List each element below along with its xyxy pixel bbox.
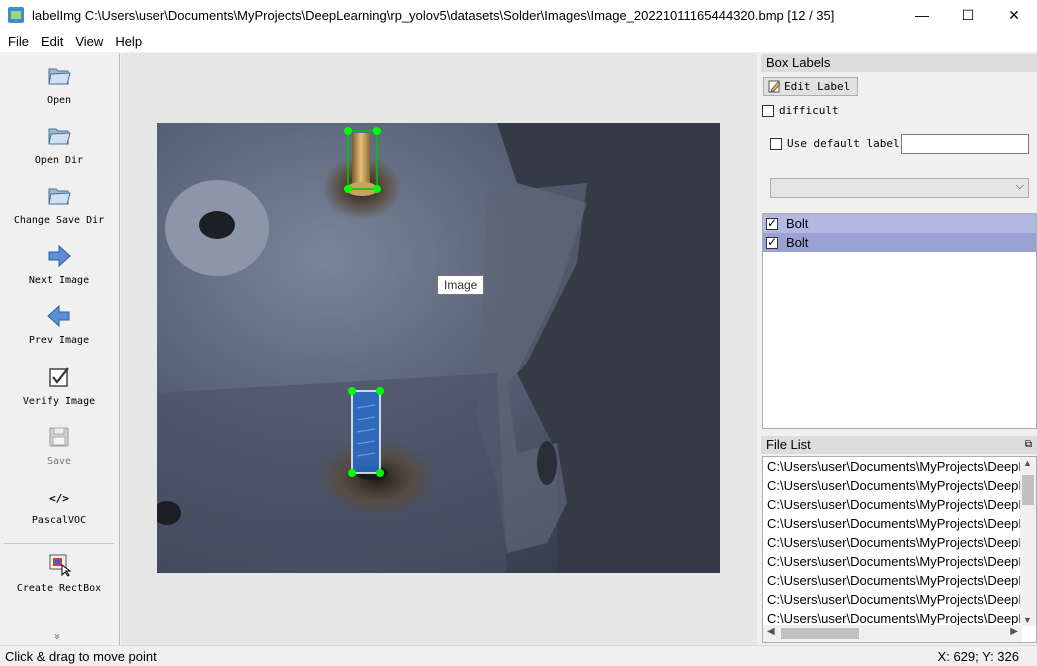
next-image-label: Next Image xyxy=(28,275,90,286)
difficult-label: difficult xyxy=(779,104,839,117)
canvas-tooltip: Image xyxy=(437,275,485,295)
change-save-dir-label: Change Save Dir xyxy=(13,215,105,226)
status-message: Click & drag to move point xyxy=(5,648,157,664)
edit-label-text: Edit Label xyxy=(784,80,851,93)
create-rectbox-button[interactable]: Create RectBox xyxy=(0,551,118,594)
box-handle[interactable] xyxy=(344,185,352,193)
use-default-label-checkbox[interactable]: Use default label xyxy=(770,137,900,150)
close-button[interactable]: ✕ xyxy=(991,0,1037,30)
scroll-thumb[interactable] xyxy=(781,628,859,639)
next-image-button[interactable]: Next Image xyxy=(0,243,118,286)
minimize-button[interactable]: — xyxy=(899,0,945,30)
difficult-check-box[interactable] xyxy=(762,104,774,117)
label-item-text: Bolt xyxy=(786,235,809,250)
menu-help[interactable]: Help xyxy=(109,34,148,49)
box-handle[interactable] xyxy=(373,185,381,193)
open-label: Open xyxy=(46,95,72,106)
label-combo-box[interactable]: ⌵ xyxy=(770,178,1029,198)
rectbox-icon xyxy=(49,554,72,577)
maximize-button[interactable]: ☐ xyxy=(945,0,991,30)
menu-view[interactable]: View xyxy=(69,34,109,49)
file-list-item[interactable]: C:\Users\user\Documents\MyProjects\DeepL… xyxy=(763,495,1021,514)
file-list-item[interactable]: C:\Users\user\Documents\MyProjects\DeepL… xyxy=(763,514,1021,533)
box-handle[interactable] xyxy=(376,387,384,395)
scroll-left-icon[interactable]: ◀ xyxy=(767,626,775,637)
edit-label-button[interactable]: Edit Label xyxy=(763,77,858,96)
file-list[interactable]: C:\Users\user\Documents\MyProjects\DeepL… xyxy=(762,456,1037,643)
label-list-item[interactable]: Bolt xyxy=(763,214,1036,233)
file-list-item[interactable]: C:\Users\user\Documents\MyProjects\DeepL… xyxy=(763,533,1021,552)
float-dock-icon[interactable]: ⧉ xyxy=(1025,436,1032,454)
box-handle[interactable] xyxy=(348,469,356,477)
box-labels-title: Box Labels xyxy=(761,54,1037,72)
cursor-coordinates: X: 629; Y: 326 xyxy=(937,648,1019,664)
label-list-item[interactable]: Bolt xyxy=(763,233,1036,252)
box-handle[interactable] xyxy=(348,387,356,395)
floppy-disk-icon xyxy=(49,427,69,447)
scroll-up-icon[interactable]: ▲ xyxy=(1023,458,1032,468)
labelimg-app-icon xyxy=(8,7,24,23)
scroll-thumb[interactable] xyxy=(1022,475,1034,505)
file-list-vertical-scrollbar[interactable]: ▲ ▼ xyxy=(1020,457,1036,626)
folder-icon xyxy=(48,128,71,145)
format-label: PascalVOC xyxy=(31,515,87,526)
open-button[interactable]: Open xyxy=(0,63,118,106)
save-label: Save xyxy=(46,456,72,467)
file-list-item[interactable]: C:\Users\user\Documents\MyProjects\DeepL… xyxy=(763,476,1021,495)
file-list-item[interactable]: C:\Users\user\Documents\MyProjects\DeepL… xyxy=(763,571,1021,590)
use-default-label-text: Use default label xyxy=(787,137,900,150)
default-label-input[interactable] xyxy=(901,134,1029,154)
scroll-down-icon[interactable]: ▼ xyxy=(1023,615,1032,625)
window-title: labelImg C:\Users\user\Documents\MyProje… xyxy=(32,7,835,23)
checkbox-icon xyxy=(49,367,69,387)
toolbar-divider xyxy=(119,53,120,645)
edit-icon xyxy=(768,80,781,93)
photo-scene xyxy=(157,123,720,573)
annotated-image[interactable] xyxy=(157,123,720,573)
title-bar: labelImg C:\Users\user\Documents\MyProje… xyxy=(0,0,1037,30)
use-default-check-box[interactable] xyxy=(770,137,782,150)
file-list-item[interactable]: C:\Users\user\Documents\MyProjects\DeepL… xyxy=(763,457,1021,476)
window-controls: — ☐ ✕ xyxy=(899,0,1037,30)
difficult-checkbox[interactable]: difficult xyxy=(762,104,839,117)
chevron-down-icon: ⌵ xyxy=(1015,180,1024,192)
verify-image-label: Verify Image xyxy=(22,396,96,407)
code-icon: </> xyxy=(49,492,69,505)
label-item-text: Bolt xyxy=(786,216,809,231)
folder-icon xyxy=(48,188,71,205)
prev-image-button[interactable]: Prev Image xyxy=(0,303,118,346)
menu-file[interactable]: File xyxy=(2,34,35,49)
open-dir-button[interactable]: Open Dir xyxy=(0,123,118,166)
verify-image-button[interactable]: Verify Image xyxy=(0,364,118,407)
folder-icon xyxy=(48,68,71,85)
tools-toolbar: Open Open Dir Change Save Dir Next Image… xyxy=(0,55,118,645)
prev-image-label: Prev Image xyxy=(28,335,90,346)
file-list-title: File List xyxy=(766,437,811,452)
save-button[interactable]: Save xyxy=(0,424,118,467)
toolbar-separator xyxy=(4,543,114,544)
arrow-right-icon xyxy=(48,244,71,268)
arrow-left-icon xyxy=(47,304,70,328)
toolbar-extension-icon[interactable]: » xyxy=(51,634,62,640)
label-item-checkbox[interactable] xyxy=(766,216,778,230)
file-list-horizontal-scrollbar[interactable]: ◀ ▶ xyxy=(763,625,1022,642)
change-save-dir-button[interactable]: Change Save Dir xyxy=(0,183,118,226)
label-item-checkbox[interactable] xyxy=(766,235,778,249)
box-handle[interactable] xyxy=(344,127,352,135)
box-handle[interactable] xyxy=(376,469,384,477)
menu-edit[interactable]: Edit xyxy=(35,34,69,49)
scroll-right-icon[interactable]: ▶ xyxy=(1010,626,1018,637)
image-canvas[interactable]: Image xyxy=(121,53,757,645)
format-button[interactable]: </> PascalVOC xyxy=(0,489,118,526)
menu-bar: File Edit View Help xyxy=(0,30,1037,52)
file-list-title-bar: File List ⧉ xyxy=(761,436,1037,454)
file-list-item[interactable]: C:\Users\user\Documents\MyProjects\DeepL… xyxy=(763,590,1021,609)
open-dir-label: Open Dir xyxy=(34,155,84,166)
status-bar: Click & drag to move point X: 629; Y: 32… xyxy=(0,645,1037,666)
create-rectbox-label: Create RectBox xyxy=(16,583,102,594)
label-list[interactable]: Bolt Bolt xyxy=(762,213,1037,429)
box-labels-dock: Box Labels Edit Label difficult Use defa… xyxy=(761,54,1037,644)
box-handle[interactable] xyxy=(373,127,381,135)
file-list-item[interactable]: C:\Users\user\Documents\MyProjects\DeepL… xyxy=(763,552,1021,571)
